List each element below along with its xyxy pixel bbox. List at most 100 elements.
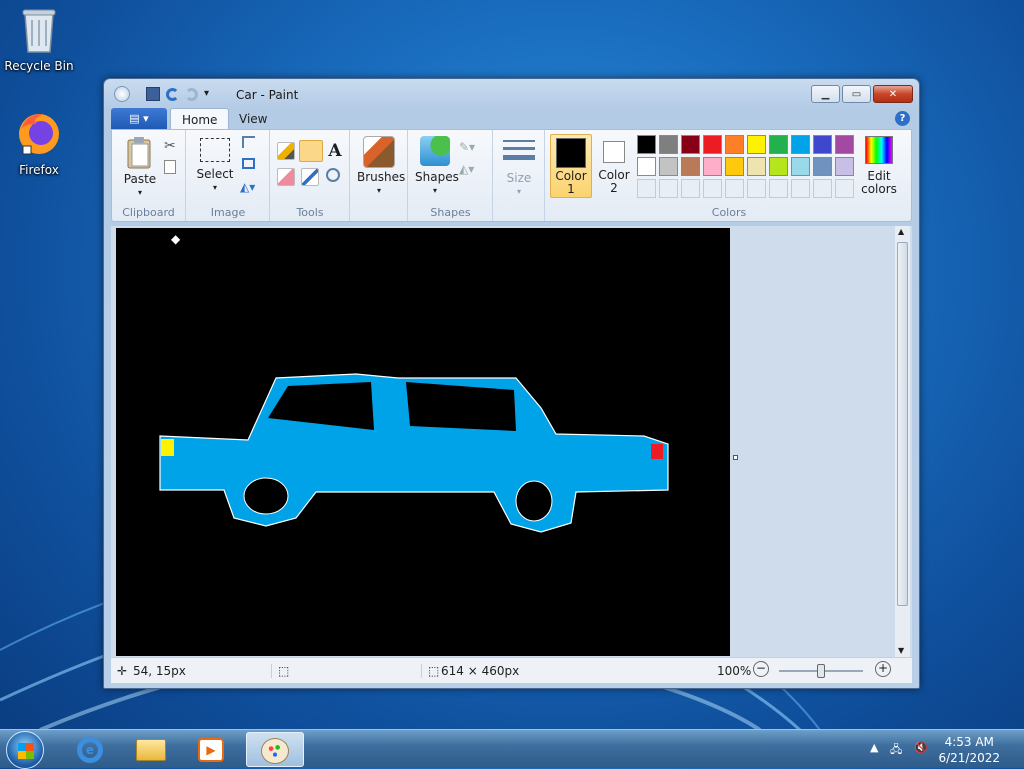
size-label: Size xyxy=(506,171,532,185)
palette-swatch[interactable] xyxy=(835,157,854,176)
minimize-button[interactable]: ▁ xyxy=(811,85,840,103)
custom-color-slot[interactable] xyxy=(637,179,656,198)
undo-icon[interactable] xyxy=(166,87,179,101)
color2-button[interactable]: Color 2 xyxy=(595,134,633,198)
rotate-icon[interactable]: ◭▾ xyxy=(240,180,255,194)
palette-swatch[interactable] xyxy=(747,157,766,176)
palette-swatch[interactable] xyxy=(637,157,656,176)
drawing-canvas[interactable]: ◆ xyxy=(116,228,730,656)
customize-qat-icon[interactable]: ▾ xyxy=(204,86,214,102)
car-window-rear xyxy=(406,382,516,431)
palette-swatch[interactable] xyxy=(813,157,832,176)
palette-swatch[interactable] xyxy=(659,157,678,176)
save-icon[interactable] xyxy=(146,87,160,101)
zoom-in-icon[interactable]: + xyxy=(875,661,891,677)
maximize-button[interactable]: ▭ xyxy=(842,85,871,103)
palette-swatch[interactable] xyxy=(747,135,766,154)
color1-button[interactable]: Color 1 xyxy=(550,134,592,198)
paint-app-icon[interactable] xyxy=(114,86,130,102)
folder-icon xyxy=(136,739,166,761)
canvas-resize-handle[interactable] xyxy=(733,455,738,460)
palette-swatch[interactable] xyxy=(659,135,678,154)
custom-color-slot[interactable] xyxy=(769,179,788,198)
palette-swatch[interactable] xyxy=(703,135,722,154)
custom-color-slot[interactable] xyxy=(747,179,766,198)
scroll-down-icon[interactable]: ▼ xyxy=(898,646,904,655)
clipboard-group-label: Clipboard xyxy=(122,206,175,219)
show-hidden-icons-icon[interactable]: ▲ xyxy=(870,741,878,754)
custom-color-slot[interactable] xyxy=(813,179,832,198)
custom-color-slot[interactable] xyxy=(791,179,810,198)
outline-icon[interactable]: ✎▾ xyxy=(459,140,475,154)
desktop-icon-label: Recycle Bin xyxy=(4,59,74,73)
cut-icon[interactable]: ✂ xyxy=(164,138,176,154)
desktop-icon-recycle-bin[interactable]: Recycle Bin xyxy=(1,6,77,73)
scroll-up-icon[interactable]: ▲ xyxy=(898,227,904,236)
zoom-slider[interactable] xyxy=(779,664,863,678)
zoom-slider-thumb[interactable] xyxy=(817,664,825,678)
palette-swatch[interactable] xyxy=(769,157,788,176)
custom-color-slot[interactable] xyxy=(659,179,678,198)
help-icon[interactable]: ? xyxy=(895,111,910,126)
taskbar-explorer-button[interactable] xyxy=(122,732,180,767)
palette-swatch[interactable] xyxy=(835,135,854,154)
custom-color-slot[interactable] xyxy=(703,179,722,198)
palette-swatch[interactable] xyxy=(637,135,656,154)
fill-cursor-icon: ◆ xyxy=(171,232,181,246)
text-icon[interactable]: A xyxy=(326,142,344,160)
palette-swatch[interactable] xyxy=(681,135,700,154)
palette-swatch[interactable] xyxy=(703,157,722,176)
selection-size-icon: ⬚ xyxy=(271,664,289,678)
palette-swatch[interactable] xyxy=(791,135,810,154)
minimize-icon: ▁ xyxy=(821,88,830,100)
palette-swatch[interactable] xyxy=(791,157,810,176)
title-bar[interactable]: ▾ Car - Paint ▁ ▭ ✕ xyxy=(104,79,919,109)
network-icon[interactable]: 🖧 xyxy=(890,741,902,760)
custom-color-slot[interactable] xyxy=(681,179,700,198)
palette-swatch[interactable] xyxy=(769,135,788,154)
taskbar-ie-button[interactable]: e xyxy=(62,732,120,767)
close-button[interactable]: ✕ xyxy=(873,85,913,103)
custom-color-slot[interactable] xyxy=(725,179,744,198)
palette-swatch[interactable] xyxy=(725,157,744,176)
color1-swatch xyxy=(556,138,586,168)
shapes-button[interactable]: Shapes ▾ xyxy=(415,136,459,197)
redo-icon[interactable] xyxy=(185,87,198,101)
clock-time: 4:53 AM xyxy=(944,735,994,749)
edit-colors-button[interactable]: Edit colors xyxy=(857,136,901,196)
tab-view[interactable]: View xyxy=(228,108,278,130)
taskbar-media-player-button[interactable]: ▶ xyxy=(182,732,240,767)
desktop-icon-firefox[interactable]: Firefox xyxy=(1,110,77,177)
car-headlight xyxy=(161,439,174,456)
quick-access-toolbar: ▾ xyxy=(114,86,214,102)
start-button[interactable] xyxy=(6,731,44,769)
file-menu-button[interactable]: ▤ ▾ xyxy=(111,108,167,129)
tab-home[interactable]: Home xyxy=(170,108,230,130)
magnifier-icon[interactable] xyxy=(326,168,340,182)
palette-swatch[interactable] xyxy=(813,135,832,154)
eraser-icon[interactable] xyxy=(277,168,295,186)
size-button[interactable]: Size ▾ xyxy=(500,140,538,198)
color-picker-icon[interactable] xyxy=(301,168,319,186)
size-icon xyxy=(503,140,535,160)
custom-color-slot[interactable] xyxy=(835,179,854,198)
fill-icon[interactable] xyxy=(299,140,323,162)
internet-explorer-icon: e xyxy=(77,737,103,763)
brushes-button[interactable]: Brushes ▾ xyxy=(357,136,405,197)
scrollbar-thumb[interactable] xyxy=(897,242,908,606)
vertical-scrollbar[interactable]: ▲ ▼ xyxy=(895,226,910,657)
palette-swatch[interactable] xyxy=(681,157,700,176)
shape-fill-icon[interactable]: ◭▾ xyxy=(459,162,474,176)
pencil-icon[interactable] xyxy=(277,142,295,160)
resize-icon[interactable] xyxy=(242,158,255,169)
crop-icon[interactable] xyxy=(242,136,255,148)
select-button[interactable]: Select ▾ xyxy=(195,136,235,194)
copy-icon[interactable] xyxy=(164,160,176,174)
palette-swatch[interactable] xyxy=(725,135,744,154)
volume-muted-icon[interactable]: 🔇 xyxy=(914,741,928,754)
clock[interactable]: 4:53 AM 6/21/2022 xyxy=(938,734,1000,766)
zoom-out-icon[interactable]: − xyxy=(753,661,769,677)
taskbar-paint-button[interactable] xyxy=(246,732,304,767)
desktop-icon-label: Firefox xyxy=(19,163,59,177)
paste-button[interactable]: Paste ▾ xyxy=(120,136,160,199)
